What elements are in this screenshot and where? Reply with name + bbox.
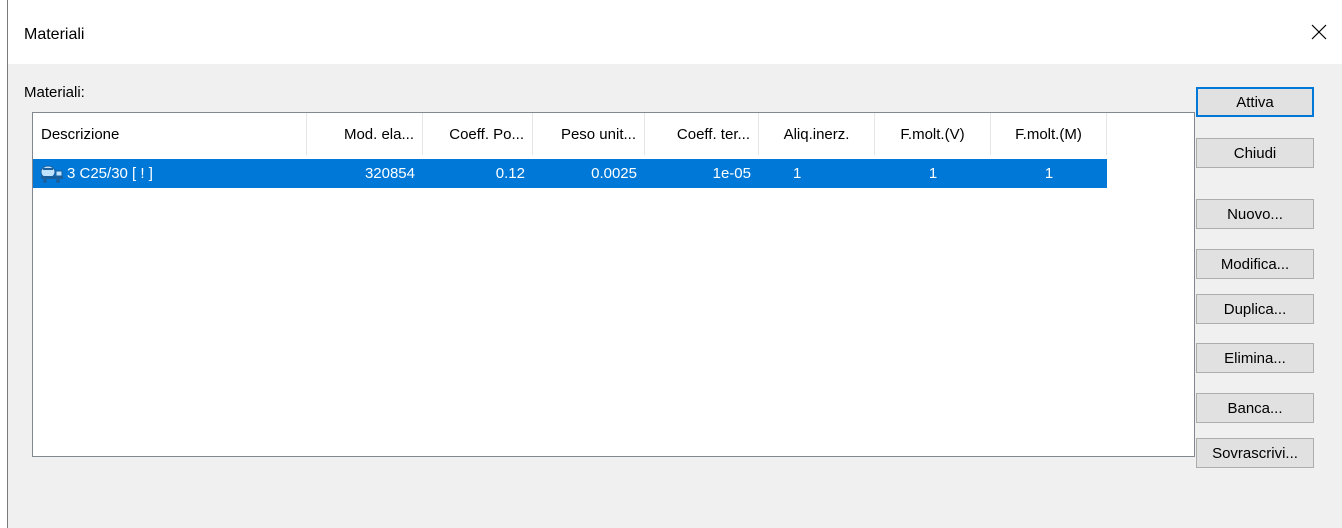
column-header-descrizione[interactable]: Descrizione bbox=[33, 113, 307, 155]
attiva-button[interactable]: Attiva bbox=[1196, 87, 1314, 117]
modifica-button[interactable]: Modifica... bbox=[1196, 249, 1314, 279]
materiali-dialog: Materiali Materiali: Descrizione Mod. el… bbox=[7, 0, 1342, 528]
cell-coeff-termico: 1e-05 bbox=[712, 165, 751, 182]
column-header-f-molt-m[interactable]: F.molt.(M) bbox=[991, 113, 1107, 155]
cell-f-molt-v: 1 bbox=[928, 165, 938, 182]
list-header: Descrizione Mod. ela... Coeff. Po... Pes… bbox=[33, 113, 1107, 155]
nuovo-button[interactable]: Nuovo... bbox=[1196, 199, 1314, 229]
banca-button[interactable]: Banca... bbox=[1196, 393, 1314, 423]
column-header-coeff-termico[interactable]: Coeff. ter... bbox=[645, 113, 759, 155]
duplica-button[interactable]: Duplica... bbox=[1196, 294, 1314, 324]
chiudi-button[interactable]: Chiudi bbox=[1196, 138, 1314, 168]
sovrascrivi-button[interactable]: Sovrascrivi... bbox=[1196, 438, 1314, 468]
window-title: Materiali bbox=[24, 26, 85, 43]
cell-f-molt-m: 1 bbox=[1044, 165, 1054, 182]
column-header-peso-unitario[interactable]: Peso unit... bbox=[533, 113, 645, 155]
column-header-f-molt-v[interactable]: F.molt.(V) bbox=[875, 113, 991, 155]
column-header-coeff-poisson[interactable]: Coeff. Po... bbox=[423, 113, 533, 155]
close-button[interactable] bbox=[1296, 8, 1342, 56]
concrete-mixer-icon bbox=[40, 165, 63, 183]
close-icon bbox=[1311, 24, 1327, 40]
title-bar: Materiali bbox=[8, 0, 1342, 64]
column-header-mod-elastico[interactable]: Mod. ela... bbox=[307, 113, 423, 155]
elimina-button[interactable]: Elimina... bbox=[1196, 343, 1314, 373]
materials-list-label: Materiali: bbox=[24, 84, 85, 101]
material-name: 3 C25/30 [ ! ] bbox=[67, 165, 153, 182]
cell-mod-elastico: 320854 bbox=[364, 165, 415, 182]
cell-aliq-inerz: 1 bbox=[793, 165, 802, 182]
cell-coeff-poisson: 0.12 bbox=[495, 165, 525, 182]
materials-listview[interactable]: Descrizione Mod. ela... Coeff. Po... Pes… bbox=[32, 112, 1195, 457]
cell-descrizione: 3 C25/30 [ ! ] bbox=[33, 159, 307, 188]
table-row[interactable]: 3 C25/30 [ ! ] 320854 0.12 0.0025 1e-05 … bbox=[33, 159, 1107, 188]
column-header-aliq-inerz[interactable]: Aliq.inerz. bbox=[759, 113, 875, 155]
cell-peso-unitario: 0.0025 bbox=[591, 165, 637, 182]
